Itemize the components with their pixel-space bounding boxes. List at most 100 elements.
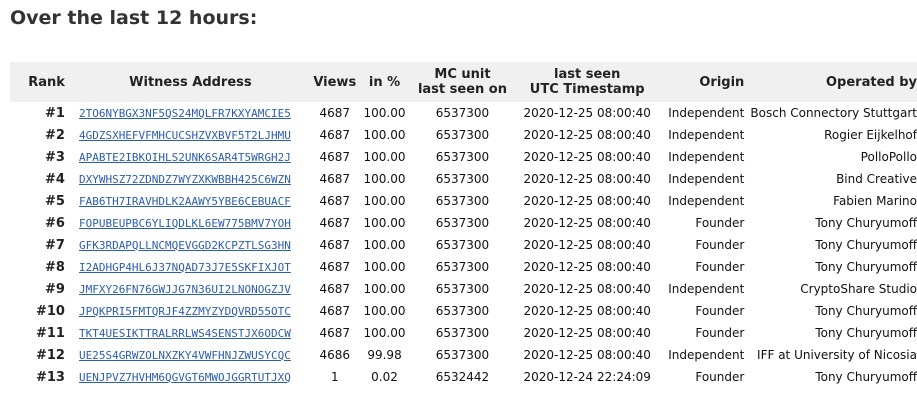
cell-address: GFK3RDAPQLLNCMQEVGGD2KCPZTLSG3HN — [71, 234, 310, 256]
cell-rank: #9 — [45, 281, 65, 297]
cell-views: 4687 — [319, 128, 351, 142]
cell-percent: 100.00 — [363, 106, 406, 120]
cell-mc-unit: 6537300 — [435, 216, 490, 230]
witness-address-link[interactable]: GFK3RDAPQLLNCMQEVGGD2KCPZTLSG3HN — [79, 239, 291, 252]
cell-origin: Founder — [695, 304, 745, 318]
cell-views: 4687 — [319, 150, 351, 164]
cell-views: 4687 — [319, 216, 351, 230]
cell-timestamp: 2020-12-25 08:00:40 — [523, 128, 651, 142]
cell-views: 4687 — [319, 172, 351, 186]
witness-address-link[interactable]: TKT4UESIKTTRALRRLWS4SENSTJX6ODCW — [79, 327, 291, 340]
cell-views: 4687 — [319, 238, 351, 252]
cell-rank: #2 — [45, 127, 65, 143]
table-row: #1 2TO6NYBGX3NF5QS24MQLFR7KXYAMCIE5 4687… — [10, 102, 917, 124]
cell-operator: Rogier Eijkelhof — [824, 128, 917, 142]
witness-table: Rank Witness Address Views in % MC unit … — [10, 62, 917, 388]
cell-address: APABTE2IBKOIHLS2UNK6SAR4T5WRGH2J — [71, 146, 310, 168]
cell-origin: Independent — [668, 172, 745, 186]
cell-origin: Founder — [695, 326, 745, 340]
witness-address-link[interactable]: 4GDZSXHEFVFMHCUCSHZVXBVF5T2LJHMU — [79, 129, 291, 142]
cell-mc-unit: 6537300 — [435, 260, 490, 274]
cell-timestamp: 2020-12-25 08:00:40 — [523, 216, 651, 230]
cell-timestamp: 2020-12-25 08:00:40 — [523, 150, 651, 164]
cell-address: UE25S4GRWZOLNXZKY4VWFHNJZWUSYCQC — [71, 344, 310, 366]
table-row: #9 JMFXY26FN76GWJJG7N36UI2LNONOGZJV 4687… — [10, 278, 917, 300]
cell-address: UENJPVZ7HVHM6QGVGT6MWOJGGRTUTJXQ — [71, 366, 310, 388]
witness-address-link[interactable]: FOPUBEUPBC6YLIQDLKL6EW775BMV7YOH — [79, 217, 291, 230]
witness-address-link[interactable]: APABTE2IBKOIHLS2UNK6SAR4T5WRGH2J — [79, 151, 291, 164]
cell-origin: Founder — [695, 370, 745, 384]
page-title: Over the last 12 hours: — [10, 7, 258, 29]
cell-operator: Tony Churyumoff — [815, 370, 917, 384]
cell-rank: #1 — [45, 105, 65, 121]
witness-address-link[interactable]: JPQKPRI5FMTQRJF4ZZMYZYDQVRD55OTC — [79, 305, 291, 318]
witness-address-link[interactable]: JMFXY26FN76GWJJG7N36UI2LNONOGZJV — [79, 283, 291, 296]
cell-origin: Independent — [668, 282, 745, 296]
cell-percent: 100.00 — [363, 216, 406, 230]
cell-origin: Founder — [695, 260, 745, 274]
cell-operator: Tony Churyumoff — [815, 260, 917, 274]
cell-operator: CryptoShare Studio — [800, 282, 917, 296]
table-row: #11 TKT4UESIKTTRALRRLWS4SENSTJX6ODCW 468… — [10, 322, 917, 344]
cell-mc-unit: 6537300 — [435, 194, 490, 208]
witness-address-link[interactable]: UENJPVZ7HVHM6QGVGT6MWOJGGRTUTJXQ — [79, 371, 291, 384]
cell-timestamp: 2020-12-25 08:00:40 — [523, 260, 651, 274]
cell-timestamp: 2020-12-25 08:00:40 — [523, 326, 651, 340]
cell-mc-unit: 6537300 — [435, 106, 490, 120]
header-rank: Rank — [28, 74, 65, 90]
cell-timestamp: 2020-12-25 08:00:40 — [523, 106, 651, 120]
cell-address: FAB6TH7IRAVHDLK2AAWY5YBE6CEBUACF — [71, 190, 310, 212]
table-row: #8 I2ADHGP4HL6J37NQAD73J7E5SKFIXJOT 4687… — [10, 256, 917, 278]
cell-operator: Tony Churyumoff — [815, 326, 917, 340]
cell-address: I2ADHGP4HL6J37NQAD73J7E5SKFIXJOT — [71, 256, 310, 278]
witness-address-link[interactable]: UE25S4GRWZOLNXZKY4VWFHNJZWUSYCQC — [79, 349, 291, 362]
cell-timestamp: 2020-12-24 22:24:09 — [523, 370, 651, 384]
cell-operator: IFF at University of Nicosia — [757, 348, 917, 362]
cell-mc-unit: 6537300 — [435, 128, 490, 142]
cell-views: 4687 — [319, 304, 351, 318]
witness-address-link[interactable]: 2TO6NYBGX3NF5QS24MQLFR7KXYAMCIE5 — [79, 107, 291, 120]
cell-views: 4687 — [319, 260, 351, 274]
table-row: #12 UE25S4GRWZOLNXZKY4VWFHNJZWUSYCQC 468… — [10, 344, 917, 366]
cell-percent: 100.00 — [363, 326, 406, 340]
header-timestamp: last seen UTC Timestamp — [516, 62, 659, 102]
cell-mc-unit: 6537300 — [435, 326, 490, 340]
cell-operator: Tony Churyumoff — [815, 304, 917, 318]
cell-operator: Tony Churyumoff — [815, 238, 917, 252]
cell-origin: Independent — [668, 106, 745, 120]
table-row: #4 DXYWHSZ72ZDNDZ7WYZXKWBBH425C6WZN 4687… — [10, 168, 917, 190]
cell-percent: 100.00 — [363, 194, 406, 208]
witness-address-link[interactable]: I2ADHGP4HL6J37NQAD73J7E5SKFIXJOT — [79, 261, 291, 274]
cell-timestamp: 2020-12-25 08:00:40 — [523, 304, 651, 318]
cell-timestamp: 2020-12-25 08:00:40 — [523, 282, 651, 296]
cell-origin: Independent — [668, 194, 745, 208]
cell-rank: #13 — [35, 369, 65, 385]
cell-timestamp: 2020-12-25 08:00:40 — [523, 238, 651, 252]
table-row: #3 APABTE2IBKOIHLS2UNK6SAR4T5WRGH2J 4687… — [10, 146, 917, 168]
table-row: #7 GFK3RDAPQLLNCMQEVGGD2KCPZTLSG3HN 4687… — [10, 234, 917, 256]
cell-timestamp: 2020-12-25 08:00:40 — [523, 194, 651, 208]
table-header: Rank Witness Address Views in % MC unit … — [10, 62, 917, 102]
header-mc-unit-line1: MC unit — [434, 67, 491, 82]
cell-timestamp: 2020-12-25 08:00:40 — [523, 348, 651, 362]
cell-percent: 100.00 — [363, 260, 406, 274]
header-witness-address: Witness Address — [129, 74, 252, 90]
cell-address: 4GDZSXHEFVFMHCUCSHZVXBVF5T2LJHMU — [71, 124, 310, 146]
cell-mc-unit: 6532442 — [435, 370, 490, 384]
cell-rank: #3 — [45, 149, 65, 165]
cell-operator: Bind Creative — [836, 172, 917, 186]
cell-origin: Independent — [668, 150, 745, 164]
table-row: #5 FAB6TH7IRAVHDLK2AAWY5YBE6CEBUACF 4687… — [10, 190, 917, 212]
cell-address: TKT4UESIKTTRALRRLWS4SENSTJX6ODCW — [71, 322, 310, 344]
cell-address: JMFXY26FN76GWJJG7N36UI2LNONOGZJV — [71, 278, 310, 300]
header-timestamp-line1: last seen — [554, 67, 621, 82]
table-row: #2 4GDZSXHEFVFMHCUCSHZVXBVF5T2LJHMU 4687… — [10, 124, 917, 146]
witness-address-link[interactable]: FAB6TH7IRAVHDLK2AAWY5YBE6CEBUACF — [79, 195, 291, 208]
cell-mc-unit: 6537300 — [435, 150, 490, 164]
cell-rank: #8 — [45, 259, 65, 275]
cell-operator: Fabien Marino — [833, 194, 917, 208]
cell-views: 4686 — [319, 348, 351, 362]
cell-address: DXYWHSZ72ZDNDZ7WYZXKWBBH425C6WZN — [71, 168, 310, 190]
witness-address-link[interactable]: DXYWHSZ72ZDNDZ7WYZXKWBBH425C6WZN — [79, 173, 291, 186]
cell-percent: 100.00 — [363, 238, 406, 252]
